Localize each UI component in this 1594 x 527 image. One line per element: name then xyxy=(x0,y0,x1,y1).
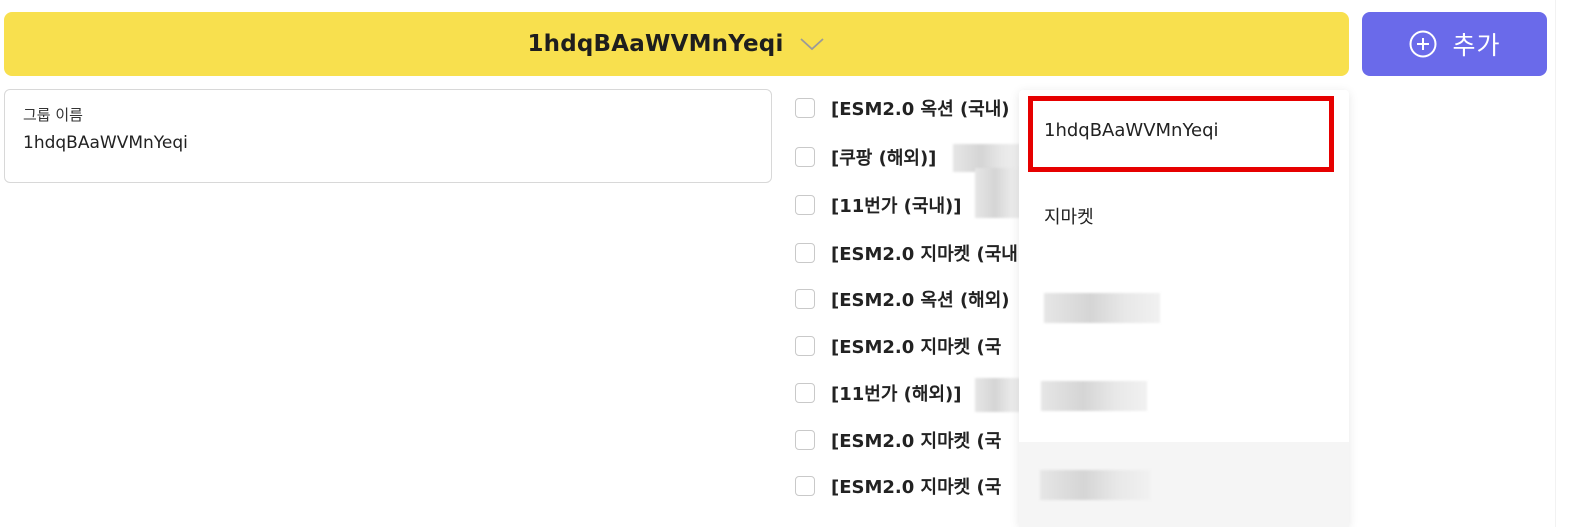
market-checkbox[interactable] xyxy=(795,383,815,403)
market-label: [ESM2.0 지마켓 (국 xyxy=(831,431,1002,452)
market-checkbox[interactable] xyxy=(795,243,815,263)
market-label: [11번가 (국내)] xyxy=(831,196,962,217)
group-dropdown-menu: 1hdqBAaWVMnYeqi 지마켓 xyxy=(1019,90,1349,527)
group-name-value[interactable]: 1hdqBAaWVMnYeqi xyxy=(23,133,753,153)
redacted-text xyxy=(975,168,1025,218)
market-label: [ESM2.0 지마켓 (국내 xyxy=(831,244,1018,265)
market-checkbox[interactable] xyxy=(795,430,815,450)
market-item[interactable]: [ESM2.0 지마켓 (국 xyxy=(795,425,1001,455)
group-name-label: 그룹 이름 xyxy=(23,106,83,124)
divider xyxy=(1555,0,1556,527)
market-item[interactable]: [ESM2.0 지마켓 (국 xyxy=(795,471,1001,501)
market-checkbox[interactable] xyxy=(795,289,815,309)
redacted-text xyxy=(1041,381,1147,411)
market-item[interactable]: [ESM2.0 지마켓 (국 xyxy=(795,331,1001,361)
market-label: [ESM2.0 옥션 (국내) xyxy=(831,99,1010,120)
add-group-button[interactable]: 추가 xyxy=(1362,12,1547,76)
chevron-down-icon xyxy=(798,36,826,52)
dropdown-option[interactable] xyxy=(1019,272,1349,344)
group-select-dropdown[interactable]: 1hdqBAaWVMnYeqi xyxy=(4,12,1349,76)
dropdown-option[interactable]: 지마켓 xyxy=(1019,180,1349,252)
redacted-text xyxy=(1044,293,1160,323)
dropdown-option[interactable] xyxy=(1019,442,1349,527)
dropdown-option[interactable] xyxy=(1019,360,1349,432)
market-checkbox[interactable] xyxy=(795,195,815,215)
group-settings-page: 1hdqBAaWVMnYeqi 추가 그룹 이름 1hdqBAaWVMnYeqi… xyxy=(0,0,1594,527)
market-item[interactable]: [ESM2.0 옥션 (해외) xyxy=(795,284,1010,314)
market-item[interactable]: [ESM2.0 옥션 (국내) xyxy=(795,93,1010,123)
market-label: [11번가 (해외)] xyxy=(831,384,962,405)
market-checkbox-list: [ESM2.0 옥션 (국내) [쿠팡 (해외)] [11번가 (국내)] [E… xyxy=(795,88,1035,527)
add-button-label: 추가 xyxy=(1452,31,1501,60)
market-label: [ESM2.0 지마켓 (국 xyxy=(831,337,1002,358)
market-checkbox[interactable] xyxy=(795,147,815,167)
market-item[interactable]: [11번가 (해외)] xyxy=(795,378,961,408)
market-checkbox[interactable] xyxy=(795,98,815,118)
market-label: [ESM2.0 옥션 (해외) xyxy=(831,290,1010,311)
market-label: [쿠팡 (해외)] xyxy=(831,148,937,169)
plus-circle-icon xyxy=(1408,29,1438,59)
market-item[interactable]: [쿠팡 (해외)] xyxy=(795,142,936,172)
dropdown-option[interactable]: 1hdqBAaWVMnYeqi xyxy=(1019,94,1349,166)
selected-group-name: 1hdqBAaWVMnYeqi xyxy=(527,31,784,57)
redacted-text xyxy=(975,378,1025,412)
market-label: [ESM2.0 지마켓 (국 xyxy=(831,477,1002,498)
market-checkbox[interactable] xyxy=(795,476,815,496)
market-item[interactable]: [ESM2.0 지마켓 (국내 xyxy=(795,238,1018,268)
group-name-field[interactable]: 그룹 이름 1hdqBAaWVMnYeqi xyxy=(4,89,772,183)
market-checkbox[interactable] xyxy=(795,336,815,356)
redacted-text xyxy=(1040,469,1150,500)
market-item[interactable]: [11번가 (국내)] xyxy=(795,190,961,220)
